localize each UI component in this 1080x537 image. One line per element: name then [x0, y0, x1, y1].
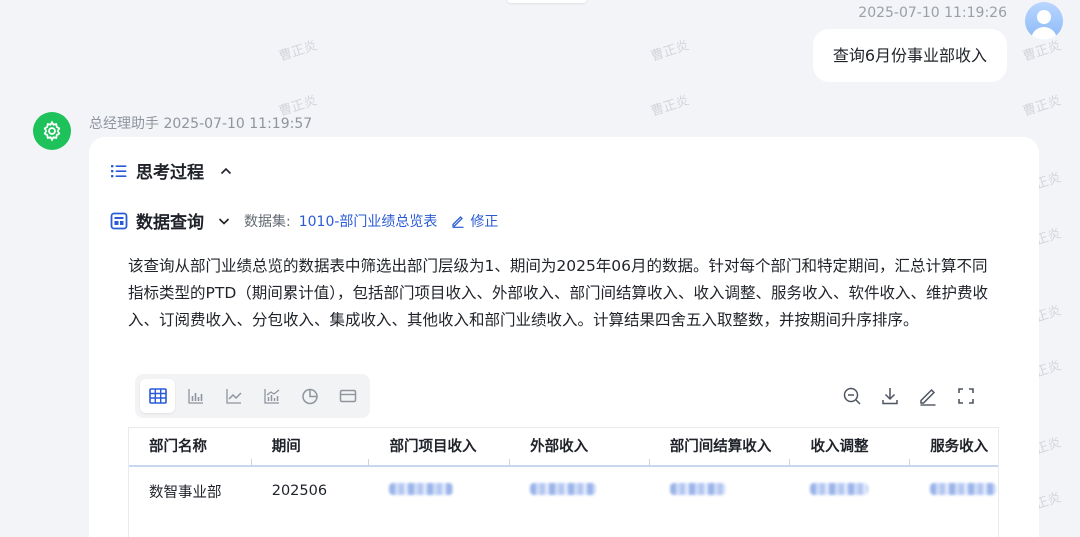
table-cell: 202506	[271, 483, 328, 499]
pie-chart-view-button[interactable]	[292, 379, 327, 413]
table-view-button[interactable]	[140, 379, 175, 413]
line-chart-view-button[interactable]	[216, 379, 251, 413]
watermark: 曹正炎	[1021, 93, 1063, 120]
table-header-cell[interactable]: 服务收入	[910, 428, 998, 465]
table-cell-redacted	[790, 483, 910, 499]
card-view-button[interactable]	[330, 379, 365, 413]
edit-label: 修正	[470, 213, 499, 230]
edit-button[interactable]: 修正	[451, 211, 498, 231]
fullscreen-icon	[958, 388, 974, 404]
fullscreen-button[interactable]	[956, 386, 976, 406]
table-cell: 数智事业部	[149, 484, 222, 501]
query-description: 该查询从部门业绩总览的数据表中筛选出部门层级为1、期间为2025年06月的数据。…	[128, 257, 989, 329]
table-header-cell[interactable]: 收入调整	[790, 428, 910, 467]
assistant-meta: 总经理助手 2025-07-10 11:19:57	[89, 116, 313, 132]
list-icon	[111, 164, 127, 177]
download-button[interactable]	[880, 386, 900, 406]
table-cell-redacted	[369, 483, 510, 499]
view-type-toolbar	[135, 374, 370, 418]
edit-table-button[interactable]	[918, 386, 938, 406]
gear-icon	[43, 120, 61, 142]
assistant-message-card: 思考过程 数据查询 数据集: 1010-部门业绩总览表 修正 该查询从部门业绩总…	[89, 137, 1039, 537]
pencil-icon	[920, 388, 936, 406]
pencil-icon	[452, 215, 464, 228]
combo-chart-view-button[interactable]	[254, 379, 289, 413]
card-view-icon	[339, 389, 356, 403]
chevron-down-icon[interactable]	[216, 213, 232, 229]
avatar-body-shape	[1031, 27, 1057, 40]
user-message-timestamp: 2025-07-10 11:19:26	[858, 5, 1007, 21]
download-icon	[882, 388, 898, 405]
top-tab-fragment	[507, 0, 587, 3]
table-header-cell[interactable]: 外部收入	[510, 428, 650, 467]
thinking-process-label: 思考过程	[136, 163, 204, 183]
table-header-cell[interactable]: 期间	[252, 428, 370, 467]
table-row: 数智事业部 202506	[129, 467, 998, 515]
redacted-value	[810, 483, 869, 495]
line-chart-icon	[225, 389, 242, 404]
redacted-value	[389, 483, 454, 495]
data-query-label: 数据查询	[136, 213, 204, 233]
bar-chart-icon	[187, 389, 203, 404]
avatar-head-shape	[1037, 10, 1051, 24]
table-view-icon	[148, 388, 167, 404]
chevron-up-icon	[220, 167, 232, 174]
result-table: 部门名称 期间 部门项目收入 外部收入 部门间结算收入 收入调整 服务收入 数智…	[128, 427, 999, 537]
redacted-value	[530, 483, 597, 495]
combo-chart-icon	[263, 389, 279, 404]
table-actions	[842, 386, 976, 406]
dataset-link[interactable]: 1010-部门业绩总览表	[299, 211, 438, 231]
dataset-label: 数据集:	[244, 213, 291, 230]
zoom-out-button[interactable]	[842, 386, 862, 406]
table-cell-redacted	[910, 483, 998, 499]
user-message-bubble: 查询6月份事业部收入	[812, 29, 1007, 82]
pie-chart-icon	[301, 388, 318, 405]
redacted-value	[930, 483, 997, 495]
user-avatar[interactable]	[1025, 2, 1063, 40]
watermark: 曹正炎	[649, 93, 691, 120]
zoom-out-icon	[843, 387, 861, 405]
table-header-cell[interactable]: 部门间结算收入	[650, 428, 791, 467]
table-header-cell[interactable]: 部门项目收入	[369, 428, 510, 467]
database-query-icon	[110, 212, 128, 229]
bar-chart-view-button[interactable]	[178, 379, 213, 413]
watermark: 曹正炎	[649, 38, 691, 65]
assistant-avatar	[33, 112, 71, 150]
table-header-cell[interactable]: 部门名称	[129, 428, 252, 467]
watermark: 曹正炎	[277, 38, 319, 65]
table-cell-redacted	[510, 483, 650, 499]
data-query-row: 数据查询 数据集: 1010-部门业绩总览表 修正	[110, 208, 498, 233]
table-cell-redacted	[650, 483, 791, 499]
redacted-value	[669, 483, 726, 495]
table-header-row: 部门名称 期间 部门项目收入 外部收入 部门间结算收入 收入调整 服务收入	[129, 428, 998, 467]
thinking-process-toggle[interactable]: 思考过程	[110, 158, 234, 183]
